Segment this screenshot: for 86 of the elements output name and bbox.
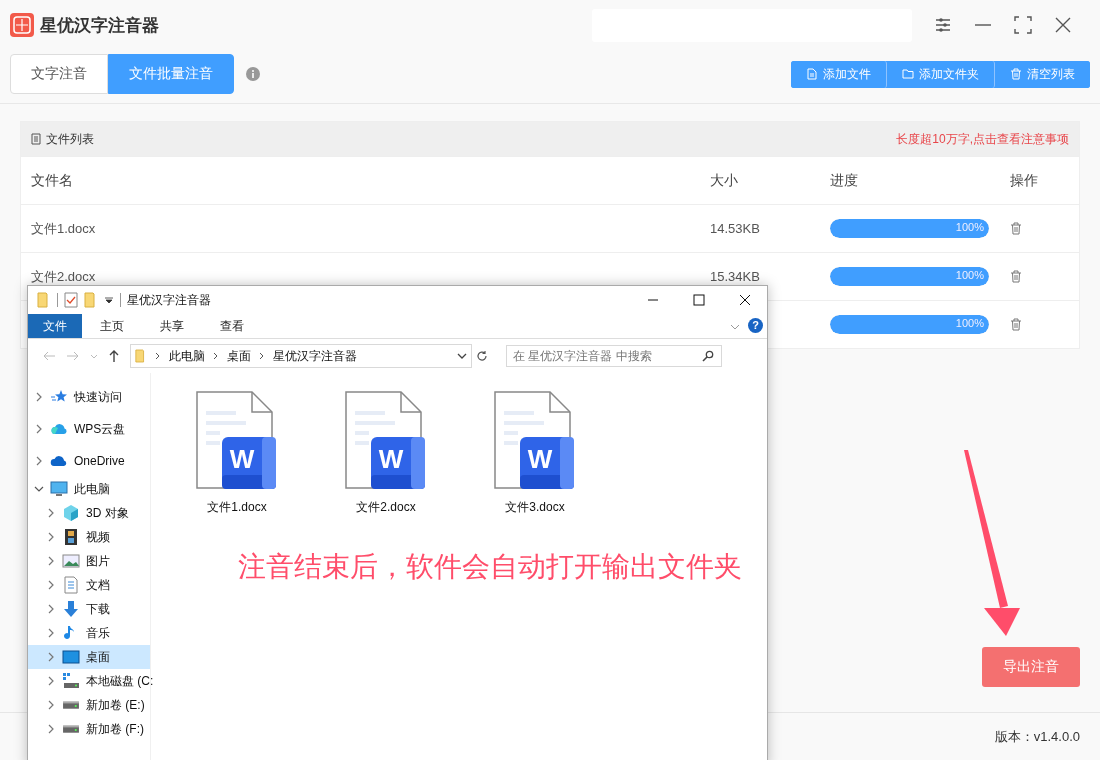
collapse-chevron-icon[interactable] <box>46 628 56 638</box>
collapse-chevron-icon[interactable] <box>46 724 56 734</box>
nav-item[interactable]: 3D 对象 <box>28 501 150 525</box>
nav-item[interactable]: WPS云盘 <box>28 413 150 445</box>
doc-icon <box>62 576 80 594</box>
collapse-chevron-icon[interactable] <box>46 556 56 566</box>
folder-icon <box>902 68 914 80</box>
trash-icon <box>1010 68 1022 80</box>
close-icon[interactable] <box>739 294 751 306</box>
collapse-chevron-icon[interactable] <box>46 604 56 614</box>
address-bar[interactable]: 此电脑 桌面 星优汉字注音器 <box>130 344 472 368</box>
collapse-chevron-icon[interactable] <box>46 652 56 662</box>
nav-item[interactable]: 图片 <box>28 549 150 573</box>
cube-icon <box>62 504 80 522</box>
nav-item[interactable]: 此电脑 <box>28 477 150 501</box>
notice-link[interactable]: 长度超10万字,点击查看注意事项 <box>896 130 1069 148</box>
up-arrow-icon[interactable] <box>108 349 120 363</box>
ribbon-tab[interactable]: 文件 <box>28 314 82 338</box>
settings-icon[interactable] <box>934 16 952 34</box>
annotation-text: 注音结束后，软件会自动打开输出文件夹 <box>238 550 742 584</box>
breadcrumb-item[interactable]: 桌面 <box>227 347 251 365</box>
collapse-chevron-icon[interactable] <box>46 580 56 590</box>
collapse-chevron-icon[interactable] <box>46 508 56 518</box>
image-icon <box>62 552 80 570</box>
file-item[interactable]: W 文件3.docx <box>484 391 586 516</box>
download-icon <box>62 600 80 618</box>
chevron-icon <box>213 352 219 360</box>
fullscreen-icon[interactable] <box>1014 16 1032 34</box>
maximize-icon[interactable] <box>693 294 705 306</box>
close-icon[interactable] <box>1054 16 1072 34</box>
nav-item[interactable]: 下载 <box>28 597 150 621</box>
nav-item[interactable]: 音乐 <box>28 621 150 645</box>
search-field[interactable]: 在 星优汉字注音器 中搜索 <box>506 345 722 367</box>
desktop-icon <box>62 648 80 666</box>
list-icon <box>31 133 41 145</box>
nav-item[interactable]: OneDrive <box>28 445 150 477</box>
collapse-chevron-icon[interactable] <box>34 392 44 402</box>
file-item[interactable]: W 文件1.docx <box>186 391 288 516</box>
refresh-icon[interactable] <box>476 350 488 362</box>
progress-reading: 100% <box>955 317 984 329</box>
pc-icon <box>50 480 68 498</box>
chevron-icon <box>155 352 161 360</box>
nav-item[interactable]: 文档 <box>28 573 150 597</box>
mode-tab[interactable]: 文字注音 <box>10 54 108 94</box>
document-icon <box>806 68 818 80</box>
file-name: 文件1.docx <box>31 220 96 236</box>
info-icon[interactable] <box>246 67 260 81</box>
chevron-icon <box>259 352 265 360</box>
collapse-chevron-icon[interactable] <box>46 532 56 542</box>
file-name: 文件2.docx <box>31 268 96 284</box>
nav-item[interactable]: 新加卷 (F:) <box>28 717 150 741</box>
disk-windows-icon <box>62 672 80 690</box>
film-icon <box>62 528 80 546</box>
nav-item[interactable]: 新加卷 (E:) <box>28 693 150 717</box>
column-header: 进度 <box>830 171 859 190</box>
file-item[interactable]: W 文件2.docx <box>335 391 437 516</box>
progress-reading: 100% <box>955 221 984 233</box>
nav-item[interactable]: 快速访问 <box>28 381 150 413</box>
window-title: 星优汉字注音器 <box>127 291 211 309</box>
collapse-chevron-icon[interactable] <box>34 424 44 434</box>
list-title: 文件列表 <box>46 130 94 148</box>
trash-icon[interactable] <box>1010 270 1022 283</box>
logo-icon <box>10 13 34 37</box>
help-button[interactable]: ? <box>748 318 763 333</box>
column-header: 大小 <box>710 171 739 190</box>
trash-icon[interactable] <box>1010 318 1022 331</box>
column-header: 操作 <box>1010 171 1039 190</box>
expand-chevron-icon[interactable] <box>34 484 44 494</box>
collapse-chevron-icon[interactable] <box>34 456 44 466</box>
breadcrumb-item[interactable]: 此电脑 <box>169 347 205 365</box>
breadcrumb-item[interactable]: 星优汉字注音器 <box>273 347 357 365</box>
app-title: 星优汉字注音器 <box>40 14 159 37</box>
dropdown-icon[interactable] <box>104 295 114 305</box>
file-size: 15.34KB <box>710 269 760 284</box>
nav-item[interactable]: 视频 <box>28 525 150 549</box>
nav-item[interactable]: 桌面 <box>28 645 150 669</box>
checklist-icon[interactable] <box>64 292 78 308</box>
file-size: 14.53KB <box>710 221 760 236</box>
column-header: 文件名 <box>31 171 74 190</box>
trash-icon[interactable] <box>1010 222 1022 235</box>
chevron-icon[interactable] <box>457 352 467 360</box>
collapse-chevron-icon[interactable] <box>46 700 56 710</box>
folder-icon <box>135 348 147 364</box>
version-label: 版本：v1.4.0.0 <box>994 727 1080 746</box>
progress-reading: 100% <box>955 269 984 281</box>
collapse-chevron-icon[interactable] <box>46 676 56 686</box>
